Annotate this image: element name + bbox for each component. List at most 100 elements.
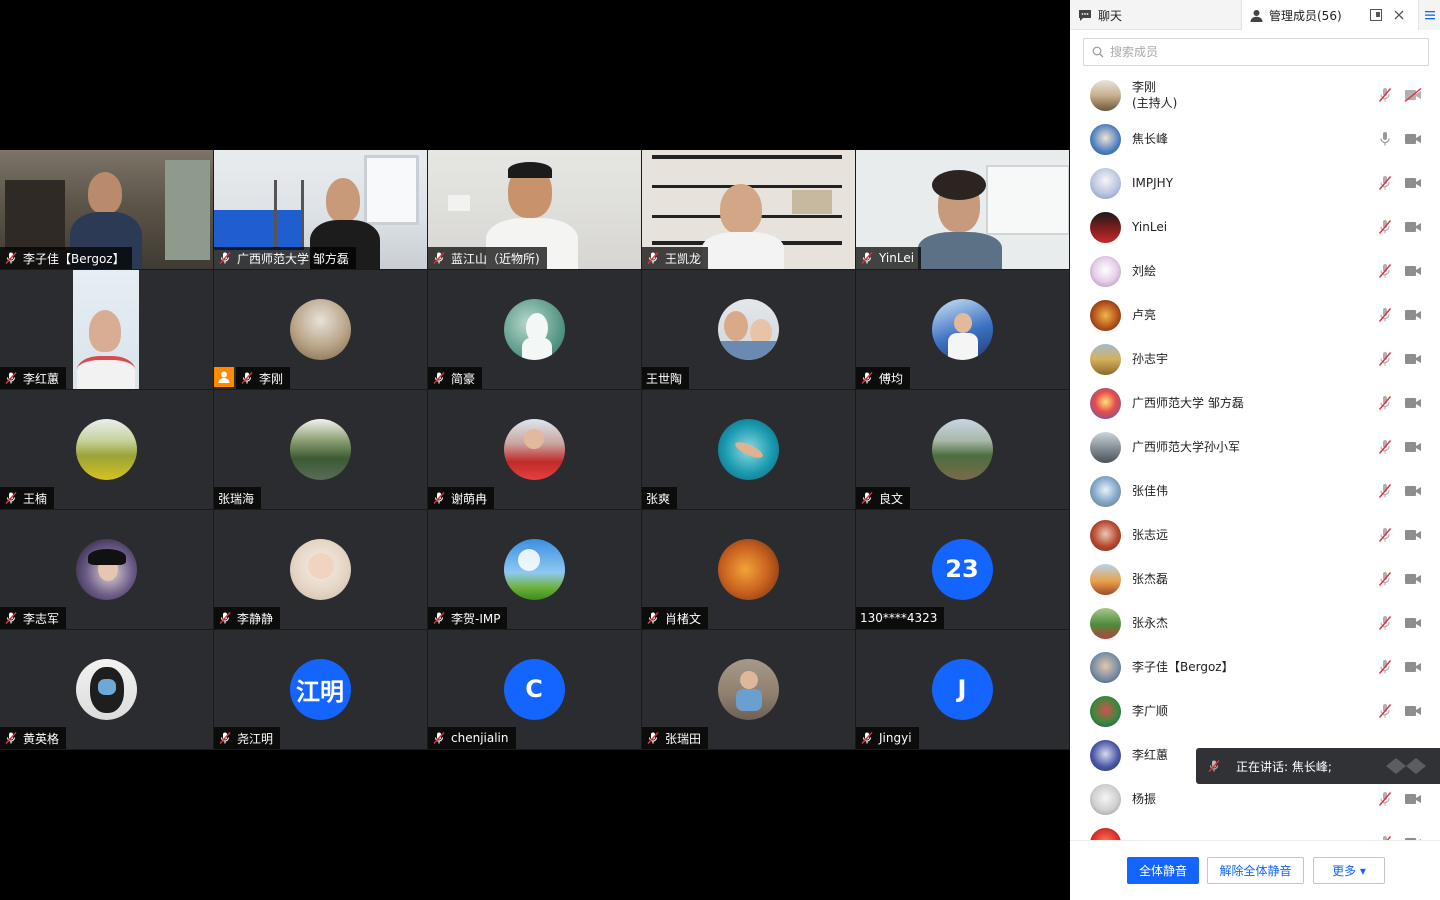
popout-icon[interactable] [1370, 9, 1382, 21]
member-list-item[interactable]: 李子佳【Bergoz】 [1070, 645, 1440, 689]
camera-icon[interactable] [1404, 527, 1422, 543]
search-input[interactable] [1110, 45, 1410, 59]
mic-muted-icon [861, 371, 873, 385]
mute-all-button[interactable]: 全体静音 [1127, 857, 1199, 884]
video-tile[interactable]: 23 130****4323 [856, 510, 1070, 630]
participant-name: 王凯龙 [665, 251, 702, 266]
video-tile[interactable]: 王楠 [0, 390, 214, 510]
member-controls [1378, 131, 1422, 147]
more-button[interactable]: 更多 ▾ [1313, 857, 1385, 884]
member-list-item[interactable]: 刘絵 [1070, 249, 1440, 293]
panel-menu-button[interactable] [1418, 0, 1440, 30]
mic-muted-icon[interactable] [1378, 351, 1392, 367]
mic-muted-icon[interactable] [1378, 791, 1392, 807]
camera-off-icon[interactable] [1404, 87, 1422, 103]
camera-icon[interactable] [1404, 131, 1422, 147]
video-tile[interactable]: 李子佳【Bergoz】 [0, 150, 214, 270]
mic-muted-icon[interactable] [1378, 87, 1392, 103]
member-name: 焦长峰 [1132, 131, 1168, 147]
camera-icon[interactable] [1404, 351, 1422, 367]
menu-icon [1424, 11, 1435, 20]
video-tile[interactable]: 简豪 [428, 270, 642, 390]
video-tile[interactable]: 张瑞海 [214, 390, 428, 510]
video-tile[interactable]: J Jingyi [856, 630, 1070, 750]
member-avatar [1090, 79, 1121, 111]
mic-muted-icon[interactable] [1378, 659, 1392, 675]
video-tile[interactable]: 张瑞田 [642, 630, 856, 750]
camera-icon[interactable] [1404, 571, 1422, 587]
member-list-item[interactable]: 卢亮 [1070, 293, 1440, 337]
video-tile[interactable]: YinLei [856, 150, 1070, 270]
video-tile[interactable]: 良文 [856, 390, 1070, 510]
video-tile[interactable]: 李红蕙 [0, 270, 214, 390]
camera-icon[interactable] [1404, 791, 1422, 807]
member-list-item[interactable]: 广西师范大学 邹方磊 [1070, 381, 1440, 425]
member-name-text: 卢亮 [1132, 308, 1157, 322]
member-avatar [1090, 563, 1121, 595]
video-tile[interactable]: 李志军 [0, 510, 214, 630]
close-icon[interactable] [1394, 10, 1404, 20]
member-name: 张永杰 [1132, 615, 1168, 631]
video-tile[interactable]: 江明 尧江明 [214, 630, 428, 750]
member-avatar [1090, 167, 1121, 199]
member-list-item[interactable] [1070, 821, 1440, 840]
mic-icon[interactable] [1378, 131, 1392, 147]
mic-muted-icon[interactable] [1378, 395, 1392, 411]
mic-muted-icon[interactable] [1378, 219, 1392, 235]
mic-muted-icon[interactable] [1378, 571, 1392, 587]
video-tile[interactable]: 张爽 [642, 390, 856, 510]
video-tile[interactable]: 王世陶 [642, 270, 856, 390]
video-tile[interactable]: 谢萌冉 [428, 390, 642, 510]
member-list-item[interactable]: 广西师范大学孙小军 [1070, 425, 1440, 469]
member-controls [1378, 219, 1422, 235]
participant-avatar: C [503, 658, 565, 720]
member-list-item[interactable]: 张佳伟 [1070, 469, 1440, 513]
mic-muted-icon[interactable] [1378, 703, 1392, 719]
video-tile[interactable]: C chenjialin [428, 630, 642, 750]
participant-avatar [75, 658, 137, 720]
video-tile[interactable]: 王凯龙 [642, 150, 856, 270]
video-tile[interactable]: 广西师范大学 邹方磊 [214, 150, 428, 270]
camera-icon[interactable] [1404, 219, 1422, 235]
member-list-item[interactable]: 焦长峰 [1070, 117, 1440, 161]
video-tile[interactable]: 李贺-IMP [428, 510, 642, 630]
member-list-item[interactable]: 李刚 (主持人) [1070, 73, 1440, 117]
mic-muted-icon[interactable] [1378, 527, 1392, 543]
video-tile[interactable]: 肖楮文 [642, 510, 856, 630]
member-list-item[interactable]: YinLei [1070, 205, 1440, 249]
camera-icon[interactable] [1404, 703, 1422, 719]
member-list-item[interactable]: IMPJHY [1070, 161, 1440, 205]
member-avatar [1090, 695, 1121, 727]
camera-icon[interactable] [1404, 395, 1422, 411]
member-list-item[interactable]: 张永杰 [1070, 601, 1440, 645]
video-tile[interactable]: 李刚 [214, 270, 428, 390]
member-name: 广西师范大学孙小军 [1132, 439, 1240, 455]
mic-muted-icon[interactable] [1378, 307, 1392, 323]
camera-icon[interactable] [1404, 483, 1422, 499]
video-tile[interactable]: 黄英格 [0, 630, 214, 750]
member-list-item[interactable]: 李广顺 [1070, 689, 1440, 733]
camera-icon[interactable] [1404, 175, 1422, 191]
member-list[interactable]: 李刚 (主持人) 焦长峰 IMPJHY YinLei 刘絵卢亮孙志宇 广西师范大学 邹方磊广… [1070, 73, 1440, 840]
mic-muted-icon[interactable] [1378, 483, 1392, 499]
camera-icon[interactable] [1404, 439, 1422, 455]
tab-members[interactable]: 管理成员(56) [1242, 0, 1418, 30]
mic-muted-icon[interactable] [1378, 439, 1392, 455]
mic-muted-icon[interactable] [1378, 263, 1392, 279]
camera-icon[interactable] [1404, 659, 1422, 675]
camera-icon[interactable] [1404, 263, 1422, 279]
tab-chat[interactable]: 聊天 [1070, 0, 1242, 30]
member-list-item[interactable]: 张志远 [1070, 513, 1440, 557]
mic-muted-icon[interactable] [1378, 175, 1392, 191]
member-list-item[interactable]: 孙志宇 [1070, 337, 1440, 381]
video-tile[interactable]: 蓝江山（近物所) [428, 150, 642, 270]
unmute-all-button[interactable]: 解除全体静音 [1207, 857, 1304, 884]
chat-icon [1079, 9, 1091, 21]
member-list-item[interactable]: 张杰磊 [1070, 557, 1440, 601]
video-grid: 李子佳【Bergoz】 广西师范大学 邹方磊 蓝江山（近物所) 王凯龙 YinL… [0, 150, 1070, 750]
mic-muted-icon[interactable] [1378, 615, 1392, 631]
camera-icon[interactable] [1404, 615, 1422, 631]
video-tile[interactable]: 李静静 [214, 510, 428, 630]
camera-icon[interactable] [1404, 307, 1422, 323]
video-tile[interactable]: 傅均 [856, 270, 1070, 390]
